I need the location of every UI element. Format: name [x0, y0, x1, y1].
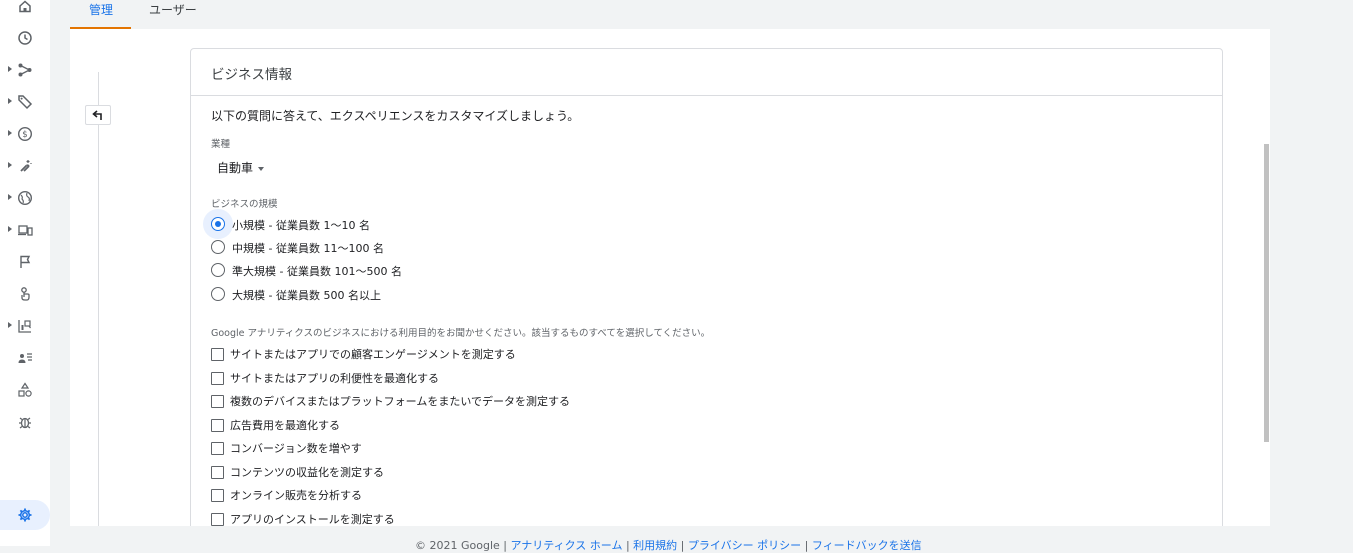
dropdown-arrow-icon	[258, 166, 265, 171]
settings-gear-icon	[18, 508, 32, 522]
expand-caret-icon	[8, 66, 12, 72]
radio-button[interactable]	[211, 263, 225, 277]
clock-icon	[17, 30, 33, 46]
radio-label: 小規模 - 従業員数 1～10 名	[232, 219, 370, 232]
expand-caret-icon	[8, 226, 12, 232]
left-nav-sidebar: $	[0, 0, 50, 546]
expand-caret-icon	[8, 194, 12, 200]
checkbox-label: 広告費用を最適化する	[230, 419, 340, 432]
business-size-label: ビジネスの規模	[211, 199, 278, 210]
industry-select[interactable]: 自動車	[217, 159, 265, 176]
checkbox[interactable]	[211, 372, 224, 385]
nav-engagement[interactable]	[0, 154, 50, 178]
purpose-label: Google アナリティクスのビジネスにおける利用目的をお聞かせください。該当す…	[211, 328, 711, 339]
card-title: ビジネス情報	[211, 67, 292, 83]
card-divider	[191, 95, 1222, 96]
timeline-line	[98, 72, 99, 526]
nav-custom-definitions[interactable]	[0, 378, 50, 402]
nav-audience[interactable]	[0, 58, 50, 82]
nav-geo[interactable]	[0, 186, 50, 210]
expand-caret-icon	[8, 162, 12, 168]
radio-button[interactable]	[211, 217, 225, 231]
audience-icon	[17, 350, 33, 366]
radio-label: 中規模 - 従業員数 11～100 名	[232, 242, 384, 255]
radio-button[interactable]	[211, 240, 225, 254]
globe-icon	[17, 190, 33, 206]
checkbox-label: サイトまたはアプリの利便性を最適化する	[230, 372, 439, 385]
checkbox[interactable]	[211, 348, 224, 361]
nav-realtime[interactable]	[0, 26, 50, 50]
home-icon	[17, 0, 33, 14]
checkbox[interactable]	[211, 419, 224, 432]
checkbox-label: オンライン販売を分析する	[230, 489, 362, 502]
touch-icon	[17, 286, 33, 302]
nav-tech[interactable]	[0, 218, 50, 242]
expand-caret-icon	[8, 98, 12, 104]
nav-debugview[interactable]	[0, 410, 50, 434]
nav-explore[interactable]	[0, 314, 50, 338]
expand-caret-icon	[8, 322, 12, 328]
industry-label: 業種	[211, 139, 231, 150]
back-button[interactable]	[85, 105, 111, 125]
main-content: ビジネス情報 以下の質問に答えて、エクスペリエンスをカスタマイズしましょう。 業…	[70, 29, 1270, 526]
admin-tabs: 管理 ユーザー	[70, 0, 1270, 29]
debug-icon	[17, 414, 33, 430]
tab-admin[interactable]: 管理	[70, 0, 131, 29]
report-icon	[17, 318, 33, 334]
nav-acquisition[interactable]	[0, 90, 50, 114]
radio-label: 準大規模 - 従業員数 101～500 名	[232, 265, 402, 278]
checkbox-label: 複数のデバイスまたはプラットフォームをまたいでデータを測定する	[230, 395, 571, 408]
scrollbar-thumb[interactable]	[1264, 144, 1269, 442]
checkbox-label: アプリのインストールを測定する	[230, 513, 395, 526]
magnet-icon	[17, 158, 33, 174]
tag-icon	[17, 94, 33, 110]
expand-caret-icon	[8, 130, 12, 136]
checkbox[interactable]	[211, 442, 224, 455]
nav-conversions[interactable]	[0, 250, 50, 274]
checkbox-label: サイトまたはアプリでの顧客エンゲージメントを測定する	[230, 348, 516, 361]
radio-label: 大規模 - 従業員数 500 名以上	[232, 289, 381, 302]
shapes-icon	[17, 382, 33, 398]
checkbox[interactable]	[211, 489, 224, 502]
svg-text:$: $	[22, 130, 27, 140]
nav-monetization[interactable]: $	[0, 122, 50, 146]
intro-text: 以下の質問に答えて、エクスペリエンスをカスタマイズしましょう。	[211, 109, 580, 123]
radio-button[interactable]	[211, 287, 225, 301]
checkbox-label: コンバージョン数を増やす	[230, 442, 362, 455]
flag-icon	[17, 254, 33, 270]
back-arrow-icon	[92, 110, 102, 120]
nav-home[interactable]	[0, 0, 50, 18]
checkbox[interactable]	[211, 513, 224, 526]
checkbox[interactable]	[211, 395, 224, 408]
nav-events[interactable]	[0, 282, 50, 306]
devices-icon	[17, 222, 33, 238]
share-nodes-icon	[17, 62, 33, 78]
dollar-icon: $	[17, 126, 33, 142]
business-info-card: ビジネス情報 以下の質問に答えて、エクスペリエンスをカスタマイズしましょう。 業…	[190, 48, 1223, 526]
tab-users[interactable]: ユーザー	[149, 0, 197, 29]
checkbox[interactable]	[211, 466, 224, 479]
checkbox-label: コンテンツの収益化を測定する	[230, 466, 384, 479]
footer: © 2021 Google | アナリティクス ホーム | 利用規約 | プライ…	[415, 537, 922, 553]
nav-admin-settings[interactable]	[0, 500, 50, 530]
nav-audiences[interactable]	[0, 346, 50, 370]
industry-value: 自動車	[217, 161, 254, 175]
